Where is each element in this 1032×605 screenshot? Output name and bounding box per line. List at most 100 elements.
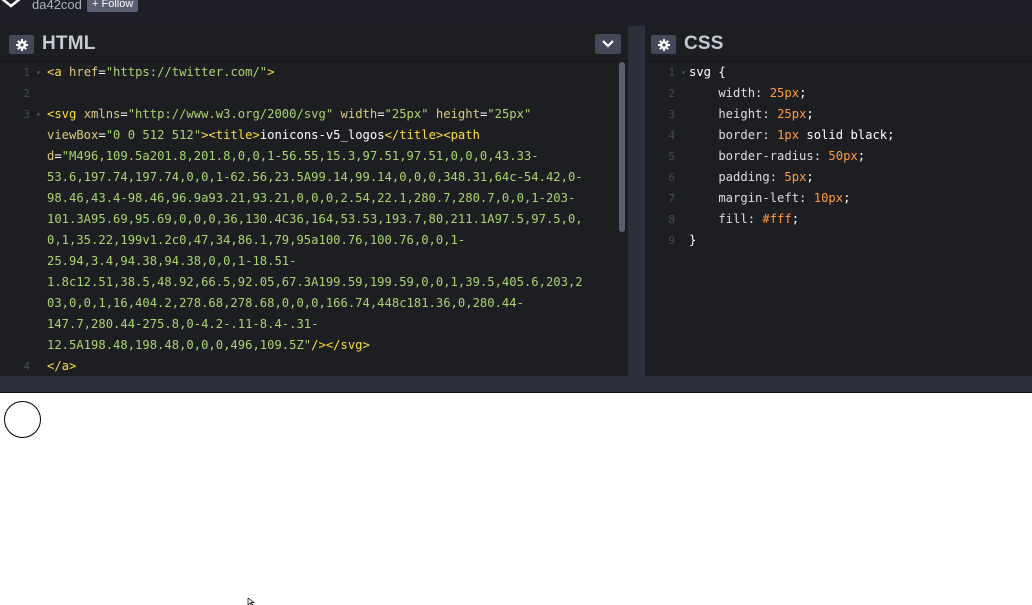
code-text: margin-left: 10px;	[689, 188, 850, 209]
code-token: width	[340, 107, 378, 121]
code-line[interactable]: viewBox="0 0 512 512"><title>ionicons-v5…	[0, 125, 628, 146]
line-number: 4	[668, 129, 675, 142]
codepen-logo-icon[interactable]	[0, 0, 22, 10]
code-text: 0,1,35.22,199v1.2c0,47,34,86.1,79,95a100…	[47, 230, 465, 251]
code-token: fill:	[689, 212, 763, 226]
code-token: =	[377, 107, 385, 121]
css-code-area[interactable]: 1 ▾ svg {2 width: 25px; 3 height: 25px; 4 bo…	[645, 62, 1032, 376]
code-line[interactable]: 2 width: 25px;	[645, 83, 1032, 104]
code-line[interactable]: 25.94,3.4,94.38,94.38,0,0,1-18.51-	[0, 251, 628, 272]
code-token: >	[267, 65, 275, 79]
code-text: 1.8c12.51,38.5,48.92,66.5,92.05,67.3A199…	[47, 272, 583, 293]
code-line[interactable]: 147.7,280.44-275.8,0-4.2-.11-8.4-.31-	[0, 314, 628, 335]
code-token: 25px	[777, 107, 807, 121]
code-token: 101.3A95.69,95.69,0,0,0,36,130.4C36,164,…	[47, 212, 583, 226]
code-token: 53.6,197.74,197.74,0,0,1-62.56,23.5A99.1…	[47, 170, 583, 184]
html-editor: HTML 1 ▾ <a href="https://twitter.com/"> 2 3…	[0, 26, 628, 376]
code-token: </title><path	[384, 128, 480, 142]
css-editor-title: CSS	[684, 33, 724, 54]
code-line[interactable]: 53.6,197.74,197.74,0,0,1-62.56,23.5A99.1…	[0, 167, 628, 188]
code-line[interactable]: 7 margin-left: 10px;	[645, 188, 1032, 209]
code-text: 98.46,43.4-98.46,96.9a93.21,93.21,0,0,0,…	[47, 188, 575, 209]
code-token: 50px	[828, 149, 858, 163]
code-line[interactable]: 9}	[645, 230, 1032, 251]
code-token: margin-left:	[689, 191, 814, 205]
code-line[interactable]: 0,1,35.22,199v1.2c0,47,34,86.1,79,95a100…	[0, 230, 628, 251]
code-text: 03,0,0,1,16,404.2,278.68,278.68,0,0,0,16…	[47, 293, 524, 314]
username[interactable]: da42cod	[32, 0, 82, 13]
code-token: =	[98, 65, 106, 79]
code-token: 147.7,280.44-275.8,0-4.2-.11-8.4-.31-	[47, 317, 319, 331]
code-token: #fff	[762, 212, 792, 226]
top-bar: da42cod + Follow	[0, 0, 1032, 26]
code-token: ;	[791, 212, 800, 226]
code-line[interactable]: 6 padding: 5px;	[645, 167, 1032, 188]
code-line[interactable]: 2	[0, 83, 628, 104]
code-text: 101.3A95.69,95.69,0,0,0,36,130.4C36,164,…	[47, 209, 583, 230]
html-settings-button[interactable]	[9, 35, 34, 54]
code-token: {	[718, 65, 726, 79]
preview-resizer[interactable]	[0, 376, 1032, 393]
fold-arrow-icon[interactable]: ▾	[36, 62, 41, 83]
html-collapse-button[interactable]	[595, 34, 621, 54]
code-text: </a>	[47, 356, 76, 376]
code-line[interactable]: 1.8c12.51,38.5,48.92,66.5,92.05,67.3A199…	[0, 272, 628, 293]
line-number: 9	[668, 234, 675, 247]
code-token: 12.5A198.48,198.48,0,0,0,496,109.5Z"	[47, 338, 312, 352]
fold-arrow-icon[interactable]: ▾	[36, 104, 41, 125]
editor-resizer[interactable]	[628, 26, 645, 376]
code-line[interactable]: 1 ▾ svg {	[645, 62, 1032, 83]
code-line[interactable]: 101.3A95.69,95.69,0,0,0,36,130.4C36,164,…	[0, 209, 628, 230]
code-line[interactable]: 4 </a>	[0, 356, 628, 376]
code-token: height	[435, 107, 480, 121]
code-text: 12.5A198.48,198.48,0,0,0,496,109.5Z"/></…	[47, 335, 370, 356]
code-line[interactable]: 98.46,43.4-98.46,96.9a93.21,93.21,0,0,0,…	[0, 188, 628, 209]
code-token: =	[120, 107, 128, 121]
code-token: solid black;	[799, 128, 895, 142]
line-number: 7	[668, 192, 675, 205]
chevron-down-icon	[602, 40, 614, 48]
code-token: border-radius:	[689, 149, 829, 163]
code-line[interactable]: 3 height: 25px;	[645, 104, 1032, 125]
code-token: </a>	[47, 359, 77, 373]
twitter-logo-icon[interactable]	[4, 401, 41, 438]
fold-arrow-icon[interactable]: ▾	[681, 62, 686, 83]
code-text: fill: #fff;	[689, 209, 799, 230]
code-line[interactable]: d="M496,109.5a201.8,201.8,0,0,1-56.55,15…	[0, 146, 628, 167]
code-token: height:	[689, 107, 778, 121]
code-token: 10px	[813, 191, 844, 205]
code-token: =	[98, 128, 106, 142]
code-token: <svg	[47, 107, 84, 121]
code-text: height: 25px;	[689, 104, 813, 125]
code-token: ;	[806, 170, 814, 184]
code-line[interactable]: 8 fill: #fff;	[645, 209, 1032, 230]
line-number: 1	[668, 66, 675, 79]
code-line[interactable]: 03,0,0,1,16,404.2,278.68,278.68,0,0,0,16…	[0, 293, 628, 314]
code-line[interactable]: 12.5A198.48,198.48,0,0,0,496,109.5Z"/></…	[0, 335, 628, 356]
code-token: ;	[857, 149, 866, 163]
html-editor-title: HTML	[42, 33, 96, 54]
code-text: <a href="https://twitter.com/">	[47, 62, 275, 83]
code-token: 1.8c12.51,38.5,48.92,66.5,92.05,67.3A199…	[47, 275, 583, 289]
code-line[interactable]: 4 border: 1px solid black;	[645, 125, 1032, 146]
code-token: svg	[689, 65, 719, 79]
code-text: <svg xmlns="http://www.w3.org/2000/svg" …	[47, 104, 531, 125]
gear-icon	[657, 38, 670, 51]
mouse-cursor-icon	[247, 598, 255, 605]
code-token: ionicons-v5_logos	[259, 128, 385, 142]
code-token: =	[54, 149, 62, 163]
follow-button[interactable]: + Follow	[87, 0, 139, 12]
code-text: 53.6,197.74,197.74,0,0,1-62.56,23.5A99.1…	[47, 167, 583, 188]
code-line[interactable]: 1 ▾ <a href="https://twitter.com/">	[0, 62, 628, 83]
code-token: 5px	[784, 170, 807, 184]
code-token: 98.46,43.4-98.46,96.9a93.21,93.21,0,0,0,…	[47, 191, 576, 205]
code-line[interactable]: 3 ▾ <svg xmlns="http://www.w3.org/2000/svg…	[0, 104, 628, 125]
code-text: border: 1px solid black;	[689, 125, 894, 146]
css-settings-button[interactable]	[651, 35, 676, 54]
code-line[interactable]: 5 border-radius: 50px;	[645, 146, 1032, 167]
html-scrollbar[interactable]	[619, 62, 625, 232]
html-code-area[interactable]: 1 ▾ <a href="https://twitter.com/"> 2 3 ▾ <svg…	[0, 62, 628, 376]
code-token: ;	[843, 191, 851, 205]
